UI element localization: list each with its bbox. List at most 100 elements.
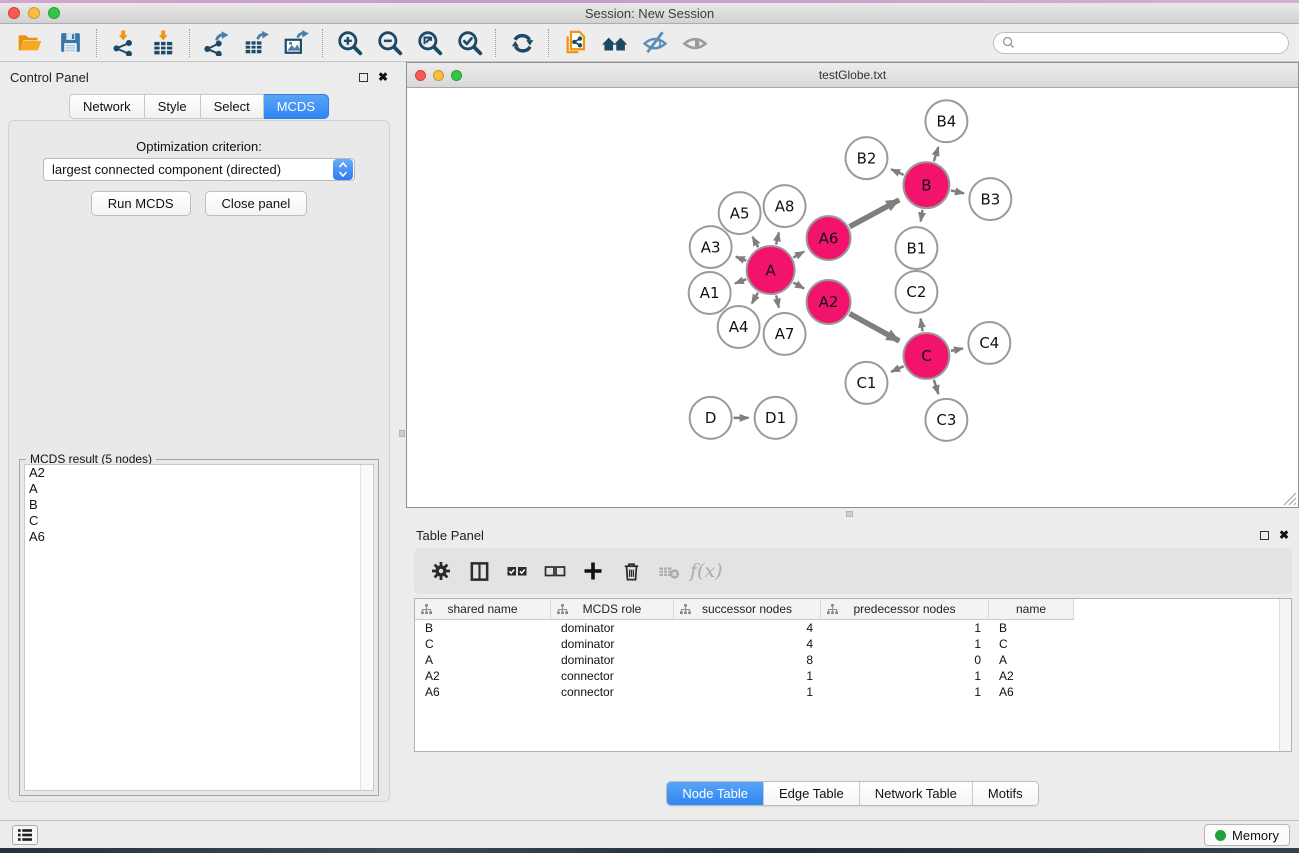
graph-node-A4[interactable]: A4 [718, 306, 760, 348]
zoom-in-button[interactable] [329, 26, 369, 60]
table-cell[interactable]: 1 [674, 684, 821, 700]
graph-node-A7[interactable]: A7 [764, 313, 806, 355]
table-cell[interactable]: 0 [821, 652, 989, 668]
table-cell[interactable]: C [989, 636, 1074, 652]
edge-C-C1[interactable] [891, 366, 904, 372]
table-cell[interactable]: A [415, 652, 551, 668]
close-panel-button-inner[interactable]: Close panel [205, 191, 308, 216]
import-network-button[interactable] [103, 26, 143, 60]
table-cell[interactable]: A [989, 652, 1074, 668]
column-header-successor-nodes[interactable]: successor nodes [674, 599, 821, 620]
table-cell[interactable]: 4 [674, 636, 821, 652]
hide-visibility-button[interactable] [635, 26, 675, 60]
vertical-splitter[interactable] [398, 62, 406, 820]
mcds-result-list[interactable]: A2ABCA6 [24, 464, 374, 791]
create-column-button[interactable] [576, 553, 610, 589]
float-panel-button[interactable] [359, 73, 368, 82]
graph-node-A[interactable]: A [747, 246, 795, 294]
table-row[interactable]: A2connector11A2 [415, 668, 1291, 684]
delete-table-button[interactable] [652, 553, 686, 589]
criterion-dropdown[interactable]: largest connected component (directed) [43, 158, 355, 181]
table-cell[interactable]: 1 [821, 684, 989, 700]
edge-A6-B[interactable] [850, 200, 900, 227]
network-view-canvas[interactable]: B4B2BB3A5A8A6A3B1AA1C2A2A4A7C4CC1C3DD1 [407, 89, 1298, 507]
table-cell[interactable]: connector [551, 684, 674, 700]
column-header-mcds-role[interactable]: MCDS role [551, 599, 674, 620]
edge-A-A4[interactable] [752, 293, 758, 304]
list-item[interactable]: B [25, 497, 373, 513]
close-window-button[interactable] [8, 7, 20, 19]
table-cell[interactable]: 1 [821, 620, 989, 636]
table-cell[interactable]: A6 [415, 684, 551, 700]
maximize-window-button[interactable] [48, 7, 60, 19]
graph-node-A6[interactable]: A6 [807, 216, 851, 260]
export-network-button[interactable] [196, 26, 236, 60]
import-table-button[interactable] [143, 26, 183, 60]
table-scrollbar[interactable] [1279, 599, 1291, 751]
search-input[interactable] [1019, 36, 1280, 50]
network-window-titlebar[interactable]: testGlobe.txt [407, 63, 1298, 88]
edge-A-A7[interactable] [776, 295, 779, 307]
graph-node-A8[interactable]: A8 [764, 185, 806, 227]
table-cell[interactable]: 4 [674, 620, 821, 636]
table-cell[interactable]: A2 [989, 668, 1074, 684]
tab-mcds[interactable]: MCDS [264, 94, 329, 119]
table-mode-button[interactable] [424, 553, 458, 589]
run-mcds-button[interactable]: Run MCDS [91, 191, 191, 216]
network-close-button[interactable] [415, 70, 426, 81]
table-cell[interactable]: C [415, 636, 551, 652]
export-image-button[interactable] [276, 26, 316, 60]
table-cell[interactable]: dominator [551, 620, 674, 636]
graph-node-A3[interactable]: A3 [690, 226, 732, 268]
edge-A2-C[interactable] [850, 314, 900, 341]
tab-network[interactable]: Network [69, 94, 145, 119]
column-header-predecessor-nodes[interactable]: predecessor nodes [821, 599, 989, 620]
column-header-shared-name[interactable]: shared name [415, 599, 551, 620]
table-cell[interactable]: B [415, 620, 551, 636]
show-visibility-button[interactable] [675, 26, 715, 60]
tab-motifs[interactable]: Motifs [972, 782, 1038, 805]
edge-B-B4[interactable] [934, 147, 938, 161]
graph-node-D1[interactable]: D1 [755, 397, 797, 439]
export-table-button[interactable] [236, 26, 276, 60]
graph-node-A1[interactable]: A1 [689, 272, 731, 314]
function-builder-button[interactable]: f(x) [690, 560, 723, 582]
home-button[interactable] [595, 26, 635, 60]
close-panel-button[interactable]: ✖ [378, 71, 388, 83]
deselect-all-button[interactable] [538, 553, 572, 589]
tab-node-table[interactable]: Node Table [667, 782, 763, 805]
edge-B-B2[interactable] [891, 169, 904, 175]
table-row[interactable]: Cdominator41C [415, 636, 1291, 652]
list-item[interactable]: A2 [25, 465, 373, 481]
graph-node-B[interactable]: B [903, 162, 949, 208]
edge-C-C4[interactable] [951, 348, 963, 350]
table-cell[interactable]: B [989, 620, 1074, 636]
refresh-button[interactable] [502, 26, 542, 60]
edge-A-A2[interactable] [793, 283, 804, 289]
graph-node-C3[interactable]: C3 [925, 399, 967, 441]
graph-node-A2[interactable]: A2 [807, 280, 851, 324]
list-item[interactable]: A6 [25, 529, 373, 545]
table-cell[interactable]: 1 [821, 636, 989, 652]
task-history-button[interactable] [12, 825, 38, 845]
graph-node-B2[interactable]: B2 [846, 137, 888, 179]
delete-columns-button[interactable] [614, 553, 648, 589]
table-cell[interactable]: dominator [551, 636, 674, 652]
network-maximize-button[interactable] [451, 70, 462, 81]
select-all-button[interactable] [500, 553, 534, 589]
edge-A-A1[interactable] [735, 279, 746, 283]
splitter-grip[interactable] [846, 511, 853, 517]
result-list-scrollbar[interactable] [360, 465, 373, 790]
tab-network-table[interactable]: Network Table [859, 782, 972, 805]
column-header-name[interactable]: name [989, 599, 1074, 620]
resize-grip-icon[interactable] [1283, 492, 1297, 506]
horizontal-splitter[interactable] [406, 508, 1299, 520]
zoom-selected-button[interactable] [449, 26, 489, 60]
open-file-button[interactable] [10, 26, 50, 60]
table-cell[interactable]: connector [551, 668, 674, 684]
edge-B-B3[interactable] [951, 190, 964, 193]
splitter-grip[interactable] [399, 430, 405, 437]
save-session-button[interactable] [50, 26, 90, 60]
edge-A-A3[interactable] [736, 257, 746, 261]
close-table-panel-button[interactable]: ✖ [1279, 529, 1289, 541]
